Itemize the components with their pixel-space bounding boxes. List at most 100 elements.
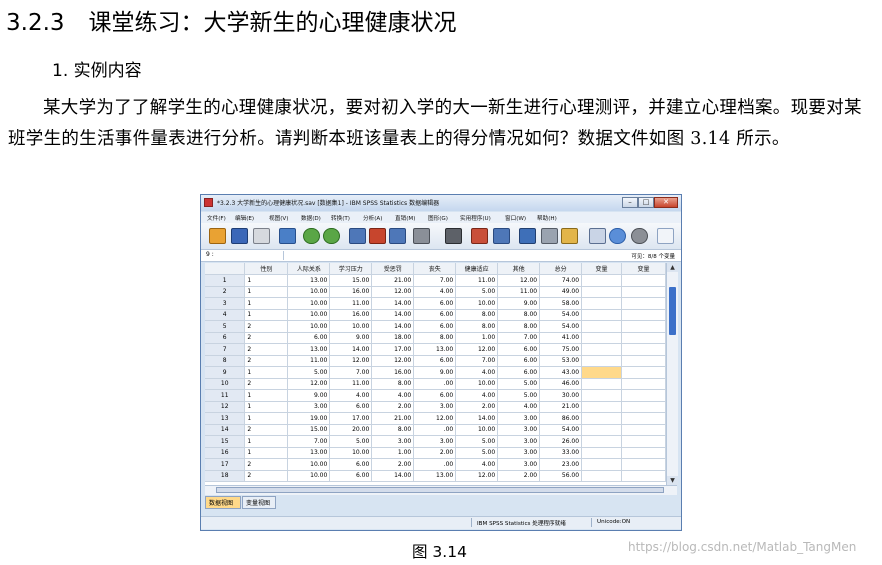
undo-icon[interactable] — [303, 228, 320, 244]
data-cell[interactable]: 10.00 — [455, 424, 499, 436]
data-cell[interactable]: 1.00 — [371, 447, 415, 459]
data-cell[interactable]: 3.00 — [497, 447, 541, 459]
data-cell[interactable] — [621, 435, 666, 448]
data-cell[interactable] — [581, 378, 623, 390]
data-cell[interactable]: 9.00 — [497, 297, 541, 310]
row-number[interactable]: 7 — [205, 343, 246, 356]
data-cell[interactable]: 6.00 — [413, 320, 457, 333]
data-cell[interactable] — [581, 309, 623, 321]
open-folder-icon[interactable] — [209, 228, 226, 244]
data-cell[interactable] — [581, 286, 623, 298]
data-cell[interactable]: 16.00 — [329, 309, 373, 321]
data-cell[interactable]: 3.00 — [371, 435, 415, 448]
data-cell[interactable]: 46.00 — [539, 378, 583, 390]
data-cell[interactable]: 13.00 — [413, 470, 457, 482]
column-header[interactable]: 其他 — [497, 263, 541, 275]
data-cell[interactable]: 12.00 — [371, 355, 415, 367]
data-cell[interactable]: 12.00 — [455, 470, 499, 482]
menu-view[interactable]: 视图(V) — [269, 214, 288, 222]
data-cell[interactable]: 12.00 — [371, 286, 415, 298]
data-cell[interactable]: 2.00 — [371, 458, 415, 471]
data-cell[interactable]: 12.00 — [287, 378, 331, 390]
weight-cases-icon[interactable] — [541, 228, 558, 244]
vertical-scroll-thumb[interactable] — [669, 287, 676, 335]
data-cell[interactable]: 2.00 — [455, 401, 499, 413]
data-cell[interactable]: 4.00 — [455, 458, 499, 471]
data-cell[interactable] — [581, 355, 623, 367]
menu-graphs[interactable]: 图形(G) — [428, 214, 448, 222]
data-cell[interactable]: 2 — [244, 458, 289, 471]
column-header[interactable]: 人际关系 — [287, 263, 331, 275]
insert-variable-icon[interactable] — [493, 228, 510, 244]
data-cell[interactable] — [621, 378, 666, 390]
data-cell[interactable]: 75.00 — [539, 343, 583, 356]
data-cell[interactable]: 4.00 — [455, 366, 499, 379]
menu-data[interactable]: 数据(D) — [301, 214, 321, 222]
data-cell[interactable]: 4.00 — [497, 401, 541, 413]
row-number[interactable]: 1 — [205, 274, 246, 287]
data-cell[interactable]: 14.00 — [329, 343, 373, 356]
data-cell[interactable]: 54.00 — [539, 320, 583, 333]
row-number[interactable]: 2 — [205, 286, 246, 298]
data-cell[interactable]: 49.00 — [539, 286, 583, 298]
data-cell[interactable]: 8.00 — [497, 320, 541, 333]
data-cell[interactable]: 21.00 — [371, 412, 415, 425]
data-cell[interactable]: 74.00 — [539, 274, 583, 287]
print-icon[interactable] — [253, 228, 270, 244]
data-cell[interactable]: 12.00 — [413, 412, 457, 425]
tab-variable-view[interactable]: 变量视图 — [242, 496, 276, 509]
data-cell[interactable]: 3.00 — [497, 412, 541, 425]
data-cell[interactable]: 10.00 — [287, 297, 331, 310]
column-header[interactable]: 变量 — [581, 263, 623, 275]
horizontal-scrollbar[interactable] — [205, 485, 677, 495]
data-cell[interactable]: 13.00 — [287, 447, 331, 459]
data-cell[interactable]: 8.00 — [371, 378, 415, 390]
data-cell[interactable] — [621, 297, 666, 310]
maximize-button[interactable]: □ — [638, 197, 654, 208]
data-cell[interactable]: 8.00 — [413, 332, 457, 344]
data-cell[interactable]: 16.00 — [371, 366, 415, 379]
data-cell[interactable]: 10.00 — [287, 458, 331, 471]
data-cell[interactable] — [621, 343, 666, 356]
data-cell[interactable] — [581, 458, 623, 471]
data-cell[interactable] — [581, 297, 623, 310]
data-cell[interactable] — [581, 435, 623, 448]
data-cell[interactable]: 8.00 — [497, 309, 541, 321]
column-header[interactable]: 健康适应 — [455, 263, 499, 275]
row-number[interactable]: 13 — [205, 412, 246, 425]
minimize-button[interactable]: – — [622, 197, 638, 208]
select-cases-icon[interactable] — [561, 228, 578, 244]
data-cell[interactable]: 12.00 — [329, 355, 373, 367]
row-number[interactable]: 18 — [205, 470, 246, 482]
data-cell[interactable]: 11.00 — [497, 286, 541, 298]
data-cell[interactable] — [581, 343, 623, 356]
data-cell[interactable]: 18.00 — [371, 332, 415, 344]
find-icon[interactable] — [445, 228, 462, 244]
run-descriptives-icon[interactable] — [413, 228, 430, 244]
data-cell[interactable]: 7.00 — [413, 274, 457, 287]
data-cell[interactable]: 5.00 — [287, 366, 331, 379]
row-number[interactable]: 15 — [205, 435, 246, 448]
row-number[interactable]: 4 — [205, 309, 246, 321]
data-cell[interactable] — [621, 447, 666, 459]
data-cell[interactable]: 1 — [244, 401, 289, 413]
data-cell[interactable]: 7.00 — [455, 355, 499, 367]
data-cell[interactable] — [581, 320, 623, 333]
data-cell[interactable]: 3.00 — [287, 401, 331, 413]
row-number[interactable]: 9 — [205, 366, 246, 379]
data-cell[interactable]: 5.00 — [455, 435, 499, 448]
row-number[interactable]: 3 — [205, 297, 246, 310]
data-cell[interactable] — [581, 412, 623, 425]
data-cell[interactable] — [621, 470, 666, 482]
redo-icon[interactable] — [323, 228, 340, 244]
data-cell[interactable]: 14.00 — [455, 412, 499, 425]
data-cell[interactable]: 1 — [244, 274, 289, 287]
data-cell[interactable]: 10.00 — [329, 447, 373, 459]
data-cell[interactable] — [621, 389, 666, 402]
data-cell[interactable]: 6.00 — [413, 389, 457, 402]
data-cell[interactable]: 11.00 — [455, 274, 499, 287]
data-cell[interactable]: 6.00 — [287, 332, 331, 344]
data-cell[interactable]: 21.00 — [539, 401, 583, 413]
data-cell[interactable] — [581, 332, 623, 344]
data-cell[interactable]: 20.00 — [329, 424, 373, 436]
